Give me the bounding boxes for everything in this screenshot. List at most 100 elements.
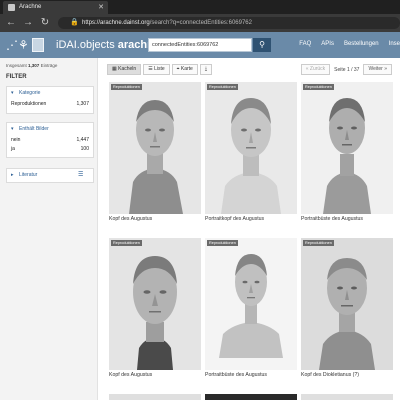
result-card[interactable] (205, 394, 297, 400)
search-icon: ⚲ (259, 40, 265, 49)
forward-arrow-icon[interactable]: → (21, 16, 35, 30)
total-count: Insgesamt 1,307 Einträge (6, 63, 57, 68)
facet-header-bilder[interactable]: ▾ Enthält Bilder (7, 123, 93, 136)
chevron-down-icon: ▾ (11, 126, 14, 132)
result-image[interactable]: Reproduktionen (205, 82, 297, 214)
nav-faq[interactable]: FAQ (299, 41, 311, 47)
view-label: Liste (154, 66, 165, 72)
bust-image-icon (109, 238, 201, 370)
facet-item-reproduktionen[interactable]: Reproduktionen 1,307 (7, 100, 93, 109)
result-image[interactable]: Reproduktionen (205, 238, 297, 370)
bust-image-icon (109, 82, 201, 214)
category-badge: Reproduktionen (111, 84, 142, 90)
prev-page-button[interactable]: « Zurück (300, 64, 331, 75)
total-number: 1,307 (28, 63, 40, 68)
filter-sidebar: Insgesamt 1,307 Einträge FILTER ▾ Katego… (0, 58, 98, 400)
download-button[interactable]: ⤓ (199, 64, 213, 75)
result-card[interactable]: Reproduktionen Portraitbüste des Augustu… (301, 82, 393, 234)
view-list-button[interactable]: ☰ Liste (143, 64, 170, 75)
tab-title: Arachne (19, 4, 42, 10)
next-page-button[interactable]: Weiter » (363, 64, 392, 75)
tab-close-icon[interactable]: ✕ (98, 1, 104, 14)
browser-tab[interactable]: Arachne ✕ (3, 1, 108, 14)
facet-title: Literatur (19, 172, 38, 178)
url-path: /search?q=connectedEntities:6069762 (149, 20, 252, 26)
result-image[interactable] (205, 394, 297, 400)
nav-inse[interactable]: Inse (389, 41, 400, 47)
view-label: Kacheln (118, 66, 137, 72)
result-caption[interactable]: Portraitbüste des Augustus (205, 372, 297, 378)
facet-header-kategorie[interactable]: ▾ Kategorie (7, 87, 93, 100)
page-info: Seite 1 / 37 (334, 66, 360, 73)
bust-image-icon (205, 238, 297, 370)
category-badge: Reproduktionen (207, 240, 238, 246)
facet-item-count: 1,307 (76, 101, 89, 107)
facet-title: Kategorie (19, 90, 41, 96)
result-card[interactable]: Reproduktionen Portraitkopf des Augustus (205, 82, 297, 234)
nav-bestellungen[interactable]: Bestellungen (344, 41, 379, 47)
result-image[interactable] (301, 394, 393, 400)
facet-item-ja[interactable]: ja 100 (7, 145, 93, 154)
result-caption[interactable]: Portraitbüste des Augustus (301, 216, 393, 222)
result-caption[interactable]: Kopf des Augustus (109, 372, 201, 378)
category-badge: Reproduktionen (207, 84, 238, 90)
result-caption[interactable]: Kopf des Augustus (109, 216, 201, 222)
facet-item-label: Reproduktionen (11, 101, 47, 107)
site-header: ⋰⚘ iDAI.objects arachne connectedEntitie… (0, 32, 400, 58)
view-label: Karte (180, 66, 193, 72)
chevron-down-icon: ▾ (11, 90, 14, 96)
result-image[interactable] (109, 394, 201, 400)
browser-titlebar: Arachne ✕ (0, 0, 400, 14)
list-icon[interactable]: ☰ (78, 172, 85, 179)
url-host: https://arachne.dainst.org (82, 20, 150, 26)
back-arrow-icon[interactable]: ← (4, 16, 18, 30)
view-tiles-button[interactable]: ▦ Kacheln (107, 64, 142, 75)
reload-icon[interactable]: ↻ (38, 16, 52, 30)
total-suffix: Einträge (40, 63, 58, 68)
arachne-logo-icon: ⋰⚘ (6, 38, 29, 52)
nav-apis[interactable]: APIs (321, 41, 334, 47)
result-card[interactable]: Reproduktionen Kopf des Diokletianus (?) (301, 238, 393, 390)
result-image[interactable]: Reproduktionen (301, 82, 393, 214)
bust-image-icon (301, 238, 393, 370)
result-image[interactable]: Reproduktionen (301, 238, 393, 370)
favicon-icon (8, 4, 15, 11)
result-caption[interactable]: Portraitkopf des Augustus (205, 216, 297, 222)
lock-icon: 🔒 (70, 19, 79, 26)
category-badge: Reproduktionen (303, 84, 334, 90)
download-icon: ⤓ (204, 66, 208, 72)
chevron-right-icon: ▸ (11, 172, 14, 178)
total-label: Insgesamt (6, 63, 27, 68)
result-caption[interactable]: Kopf des Diokletianus (?) (301, 372, 393, 378)
result-card[interactable]: Reproduktionen Kopf des Augustus (109, 238, 201, 390)
filter-title: FILTER (6, 74, 27, 80)
top-nav: FAQ APIs Bestellungen Inse (299, 41, 400, 47)
view-map-button[interactable]: ⌖ Karte (171, 64, 198, 75)
address-bar: ← → ↻ 🔒 https://arachne.dainst.org/searc… (0, 14, 400, 32)
result-card[interactable]: Reproduktionen Portraitbüste des Augustu… (205, 238, 297, 390)
facet-item-count: 100 (80, 146, 89, 152)
category-badge: Reproduktionen (303, 240, 334, 246)
bust-image-icon (205, 82, 297, 214)
result-image[interactable]: Reproduktionen (109, 82, 201, 214)
dai-logo[interactable]: ⋰⚘ (6, 37, 44, 53)
brand-title[interactable]: iDAI.objects arachne (56, 39, 160, 51)
search-input[interactable]: connectedEntities:6069762 (148, 38, 252, 52)
result-image[interactable]: Reproduktionen (109, 238, 201, 370)
facet-item-count: 1,447 (76, 137, 89, 143)
pagination: « Zurück Seite 1 / 37 Weiter » (300, 64, 392, 75)
facet-item-nein[interactable]: nein 1,447 (7, 136, 93, 145)
url-field[interactable]: 🔒 https://arachne.dainst.org/search?q=co… (58, 17, 400, 29)
facet-enthaelt-bilder: ▾ Enthält Bilder nein 1,447 ja 100 (6, 122, 94, 158)
result-card[interactable]: Reproduktionen Kopf des Augustus (109, 82, 201, 234)
search-button[interactable]: ⚲ (253, 38, 271, 52)
category-badge: Reproduktionen (111, 240, 142, 246)
dai-seal-icon (32, 38, 44, 52)
result-card[interactable] (301, 394, 393, 400)
view-switcher: ▦ Kacheln ☰ Liste ⌖ Karte ⤓ (107, 64, 213, 75)
brand-prefix: iDAI.objects (56, 39, 115, 51)
result-card[interactable] (109, 394, 201, 400)
results-area: ▦ Kacheln ☰ Liste ⌖ Karte ⤓ « Zurück Sei… (99, 58, 400, 400)
facet-literatur: ▸ Literatur ☰ (6, 168, 94, 183)
facet-title: Enthält Bilder (19, 126, 49, 132)
